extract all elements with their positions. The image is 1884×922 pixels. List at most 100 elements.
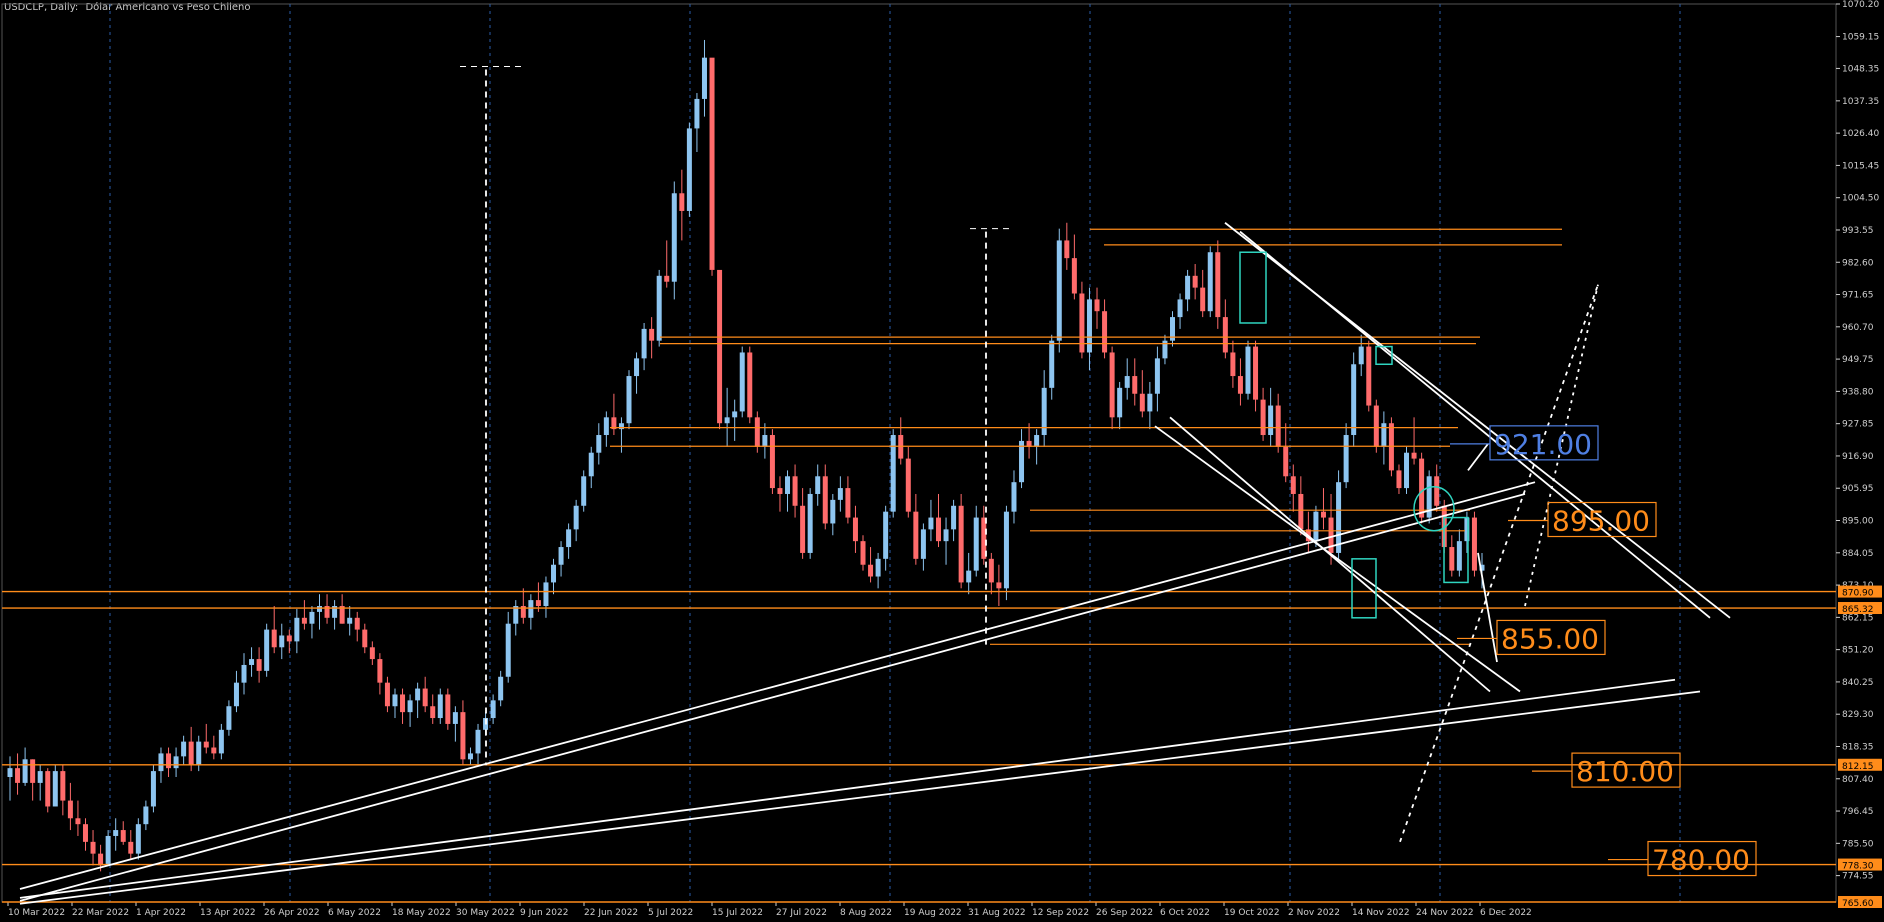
- candle-body: [1336, 482, 1342, 553]
- axis-price-label: 870.90: [1842, 589, 1874, 599]
- candle-body: [105, 835, 111, 866]
- trend-line: [1154, 425, 1521, 693]
- candle-body: [1071, 258, 1077, 294]
- candle-body: [973, 517, 979, 571]
- candle-body: [1139, 393, 1145, 412]
- candle-body: [603, 417, 609, 436]
- candle-body: [1177, 299, 1183, 318]
- y-tick-label: 949.75: [1842, 355, 1874, 365]
- annotation-label: 855.00: [1501, 622, 1599, 655]
- candle-body: [264, 629, 270, 671]
- candle-body: [573, 505, 579, 530]
- x-tick-label: 5 Jul 2022: [648, 908, 693, 918]
- candle-body: [400, 694, 406, 713]
- candle-body: [135, 824, 141, 854]
- x-tick-label: 18 May 2022: [392, 908, 451, 918]
- y-tick-label: 1015.45: [1842, 161, 1879, 171]
- candle-body: [1019, 440, 1025, 483]
- candle-body: [807, 493, 813, 553]
- x-tick-label: 10 Mar 2022: [8, 908, 65, 918]
- candle-body: [732, 411, 738, 418]
- candle-body: [913, 511, 919, 559]
- y-tick-label: 818.35: [1842, 742, 1874, 752]
- y-tick-label: 796.45: [1842, 807, 1874, 817]
- y-tick-label: 840.25: [1842, 678, 1874, 688]
- candle-body: [1449, 547, 1455, 571]
- price-chart[interactable]: 10 Mar 2022 22 Mar 2022 1 Apr 2022 13 Apr 2…: [0, 0, 1884, 922]
- candle-body: [634, 358, 640, 377]
- candle-body: [641, 328, 647, 359]
- candle-body: [445, 694, 451, 724]
- candle-body: [754, 417, 760, 447]
- candle-body: [45, 771, 51, 807]
- x-tick-label: 6 May 2022: [328, 908, 381, 918]
- candle-body: [1290, 476, 1296, 494]
- candle-body: [1200, 287, 1206, 312]
- candle-body: [1056, 240, 1062, 341]
- candle-body: [656, 275, 662, 341]
- candle-body: [1275, 405, 1281, 447]
- candle-body: [430, 706, 436, 719]
- candle-body: [467, 753, 473, 760]
- y-tick-label: 927.85: [1842, 420, 1874, 430]
- candle-body: [1471, 517, 1477, 571]
- x-tick-label: 22 Mar 2022: [72, 908, 129, 918]
- highlight-box: [1351, 558, 1377, 619]
- candle-body: [649, 328, 655, 341]
- y-tick-label: 971.65: [1842, 291, 1874, 301]
- candle-body: [1003, 511, 1009, 589]
- y-tick-label: 938.80: [1842, 387, 1874, 397]
- candle-body: [785, 476, 791, 494]
- candle-body: [883, 511, 889, 559]
- candle-body: [75, 818, 81, 825]
- candle-body: [845, 488, 851, 518]
- y-tick-label: 1026.40: [1842, 129, 1879, 139]
- candle-body: [1268, 405, 1274, 436]
- y-tick-label: 829.30: [1842, 710, 1874, 720]
- x-tick-label: 9 Jun 2022: [520, 908, 568, 918]
- candle-body: [60, 771, 66, 801]
- candle-body: [196, 741, 202, 766]
- candle-body: [354, 617, 360, 630]
- candle-body: [181, 741, 187, 757]
- candle-body: [1207, 252, 1213, 312]
- y-tick-label: 851.20: [1842, 646, 1874, 656]
- candle-body: [1434, 476, 1440, 506]
- x-tick-label: 14 Nov 2022: [1352, 908, 1410, 918]
- candle-body: [166, 753, 172, 769]
- candle-body: [173, 756, 179, 769]
- y-tick-label: 1048.35: [1842, 64, 1879, 74]
- candle-body: [694, 98, 700, 129]
- x-tick-label: 26 Apr 2022: [264, 908, 320, 918]
- candle-body: [830, 499, 836, 524]
- candle-body: [1192, 275, 1198, 288]
- candle-body: [384, 682, 390, 707]
- candle-body: [294, 617, 300, 642]
- candle-body: [1222, 317, 1228, 353]
- x-tick-label: 31 Aug 2022: [968, 908, 1026, 918]
- candle-body: [747, 352, 753, 418]
- trend-line: [1169, 416, 1491, 693]
- candle-body: [218, 729, 224, 754]
- candle-body: [460, 712, 466, 760]
- x-tick-label: 15 Jul 2022: [712, 908, 763, 918]
- y-tick-label: 884.05: [1842, 549, 1874, 559]
- candle-body: [1419, 458, 1425, 518]
- candle-body: [709, 57, 715, 270]
- candle-body: [279, 635, 285, 648]
- candle-body: [626, 376, 632, 424]
- y-tick-label: 1070.20: [1842, 0, 1879, 10]
- candle-body: [1049, 340, 1055, 388]
- y-tick-label: 960.70: [1842, 323, 1874, 333]
- y-tick-label: 916.90: [1842, 452, 1874, 462]
- candle-body: [1124, 376, 1130, 388]
- candle-body: [362, 629, 368, 648]
- x-tick-label: 6 Oct 2022: [1160, 908, 1210, 918]
- chart-root: USDCLP, Daily: Dólar Americano vs Peso C…: [0, 0, 1884, 922]
- candle-body: [407, 700, 413, 713]
- candle-body: [1253, 346, 1259, 400]
- candle-body: [1245, 346, 1251, 394]
- candle-body: [226, 706, 232, 730]
- candle-body: [1064, 240, 1070, 259]
- candle-body: [777, 488, 783, 494]
